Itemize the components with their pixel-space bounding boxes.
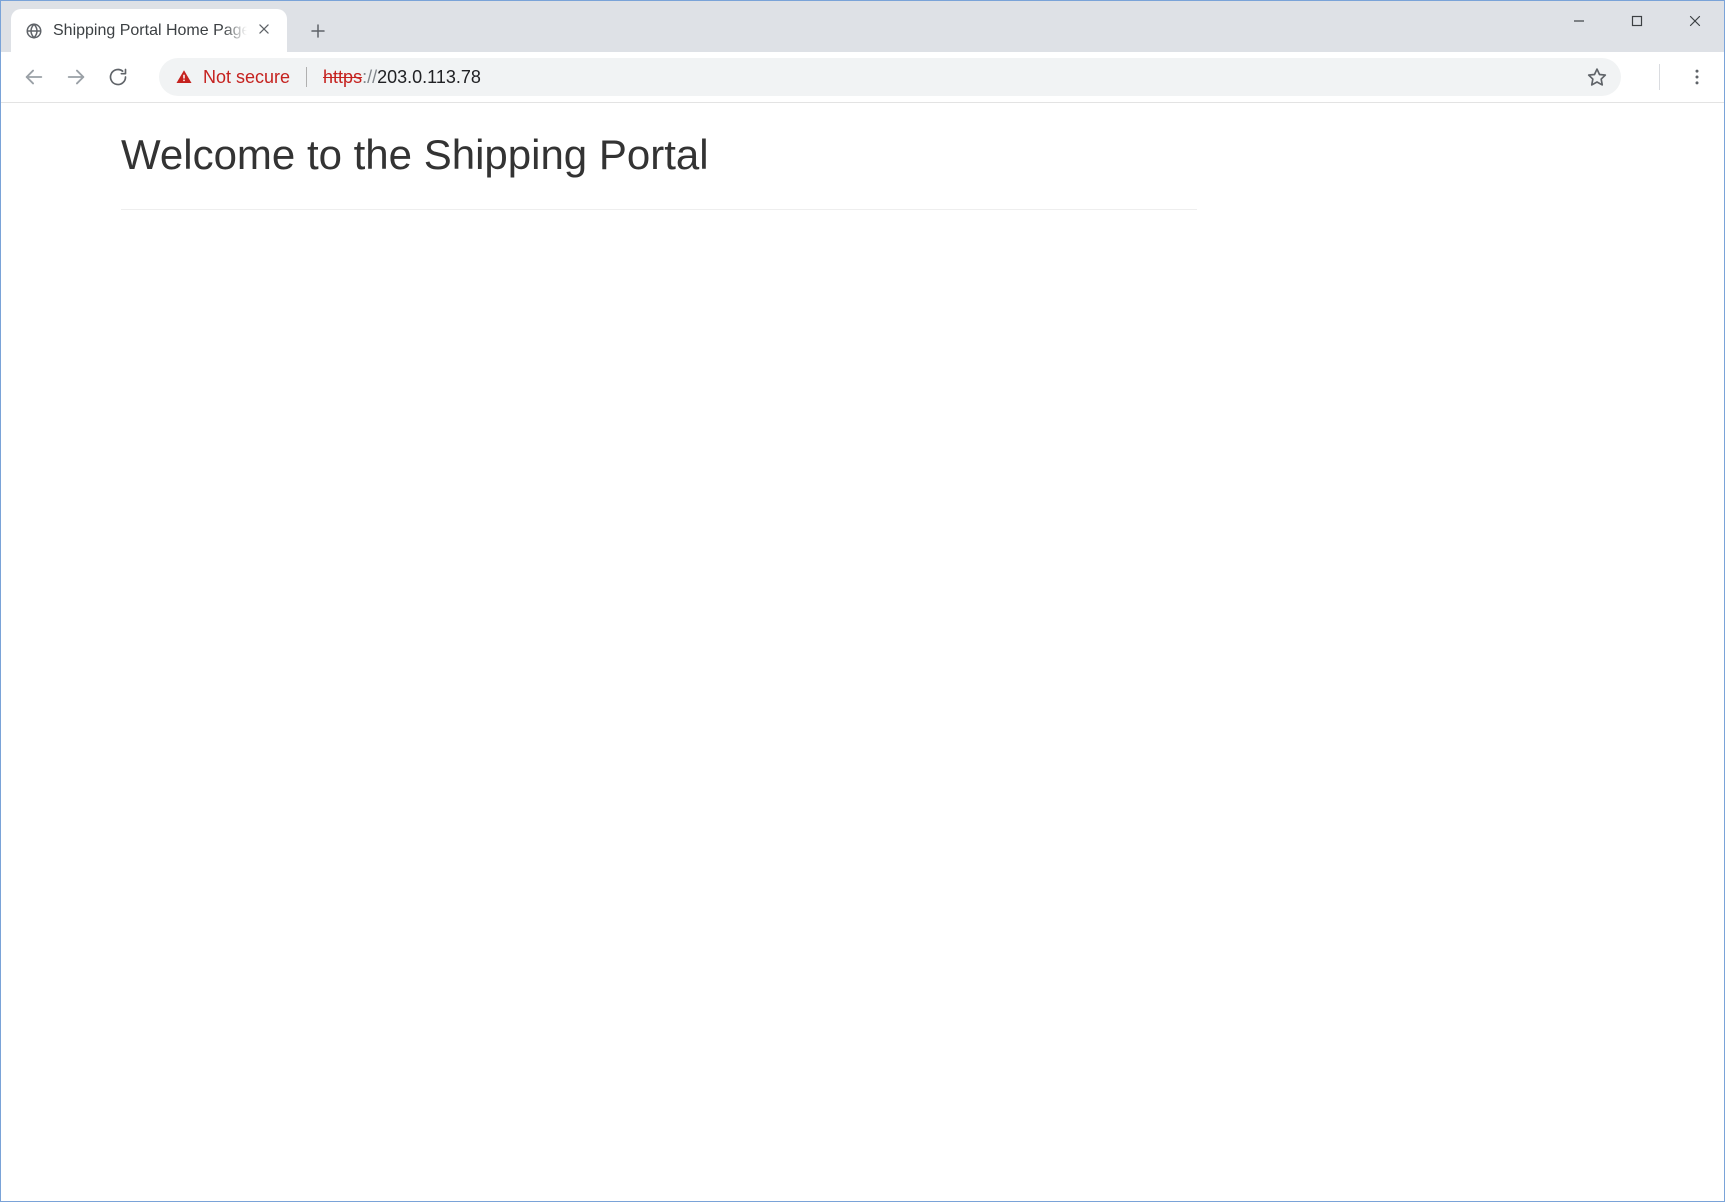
back-button[interactable] <box>15 58 53 96</box>
forward-button[interactable] <box>57 58 95 96</box>
window-close-button[interactable] <box>1666 1 1724 41</box>
reload-button[interactable] <box>99 58 137 96</box>
close-tab-icon[interactable] <box>257 22 275 40</box>
url-host: 203.0.113.78 <box>377 67 481 87</box>
page-content: Welcome to the Shipping Portal <box>121 131 1197 210</box>
window-minimize-button[interactable] <box>1550 1 1608 41</box>
security-status: Not secure <box>203 67 290 88</box>
new-tab-button[interactable] <box>301 14 335 48</box>
browser-menu-button[interactable] <box>1678 58 1716 96</box>
horizontal-rule <box>121 209 1197 210</box>
address-bar[interactable]: Not secure https://203.0.113.78 <box>159 58 1621 96</box>
window-maximize-button[interactable] <box>1608 1 1666 41</box>
bookmark-star-icon[interactable] <box>1587 67 1607 87</box>
url-scheme: https <box>323 67 362 87</box>
warning-triangle-icon <box>175 68 193 86</box>
window-controls <box>1550 1 1724 41</box>
toolbar-separator <box>1659 64 1660 90</box>
page-title: Welcome to the Shipping Portal <box>121 131 1197 179</box>
globe-icon <box>25 22 43 40</box>
page-viewport: Welcome to the Shipping Portal <box>1 103 1724 210</box>
browser-tab[interactable]: Shipping Portal Home Page - Shi <box>11 9 287 52</box>
url-text[interactable]: https://203.0.113.78 <box>323 67 1577 88</box>
titlebar: Shipping Portal Home Page - Shi <box>1 1 1724 52</box>
omnibox-divider <box>306 67 307 87</box>
browser-toolbar: Not secure https://203.0.113.78 <box>1 52 1724 103</box>
url-scheme-sep: :// <box>362 67 377 87</box>
tab-title: Shipping Portal Home Page - Shi <box>53 22 247 40</box>
